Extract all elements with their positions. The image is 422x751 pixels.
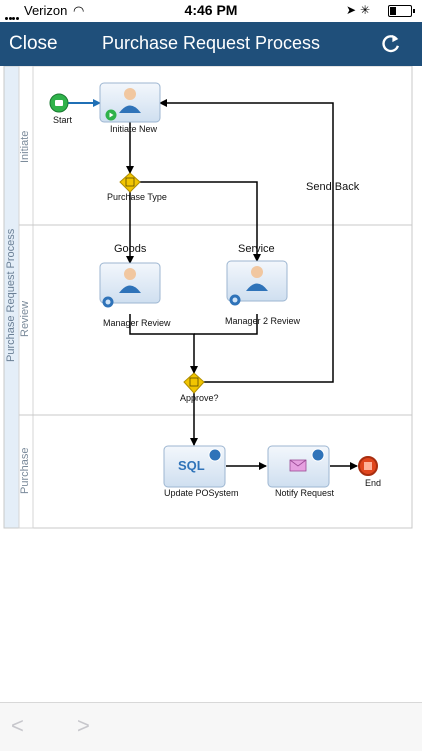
service-icon <box>208 448 222 462</box>
service-icon <box>311 448 325 462</box>
end-label: End <box>365 478 382 488</box>
status-bar: Verizon ◠ 4:46 PM ➤ ✳ <box>0 0 422 22</box>
status-time: 4:46 PM <box>184 2 238 18</box>
bottom-toolbar: < > <box>0 702 422 751</box>
edge-label-service: Service <box>238 243 275 255</box>
battery-icon <box>388 5 415 17</box>
refresh-icon[interactable] <box>380 33 402 55</box>
location-icon: ➤ <box>345 3 356 17</box>
update-posystem-label: Update POSystem <box>164 488 239 498</box>
forward-arrow-icon[interactable]: > <box>77 713 90 739</box>
manager2-review-label: Manager 2 Review <box>225 316 301 326</box>
gear-icon-center <box>105 299 111 305</box>
lane-label-purchase: Purchase <box>19 447 31 494</box>
start-label: Start <box>53 115 73 125</box>
nav-bar: Close Purchase Request Process <box>0 22 422 66</box>
user-icon <box>251 266 263 278</box>
page-title: Purchase Request Process <box>101 33 321 53</box>
edge-label-send-back: Send Back <box>306 181 360 193</box>
pool-label: Purchase Request Process <box>5 228 17 362</box>
lane-label-review: Review <box>19 300 31 337</box>
bluetooth-icon: ✳ <box>359 3 370 17</box>
sql-icon: SQL <box>178 458 205 473</box>
process-diagram: Purchase Request Process Initiate Review… <box>0 66 422 546</box>
diagram-canvas <box>3 66 413 529</box>
initiate-new-label: Initiate New <box>110 124 158 134</box>
user-icon <box>124 88 136 100</box>
start-event-glyph <box>55 100 63 106</box>
end-event-glyph <box>364 462 372 470</box>
edge-label-goods: Goods <box>114 243 147 255</box>
lane-label-initiate: Initiate <box>19 130 31 163</box>
gear-icon-center <box>232 297 238 303</box>
user-icon <box>124 268 136 280</box>
approve-label: Approve? <box>180 393 219 403</box>
back-arrow-icon[interactable]: < <box>11 713 24 739</box>
purchase-type-label: Purchase Type <box>107 192 167 202</box>
manager-review-label: Manager Review <box>103 318 171 328</box>
notify-request-label: Notify Request <box>275 488 335 498</box>
